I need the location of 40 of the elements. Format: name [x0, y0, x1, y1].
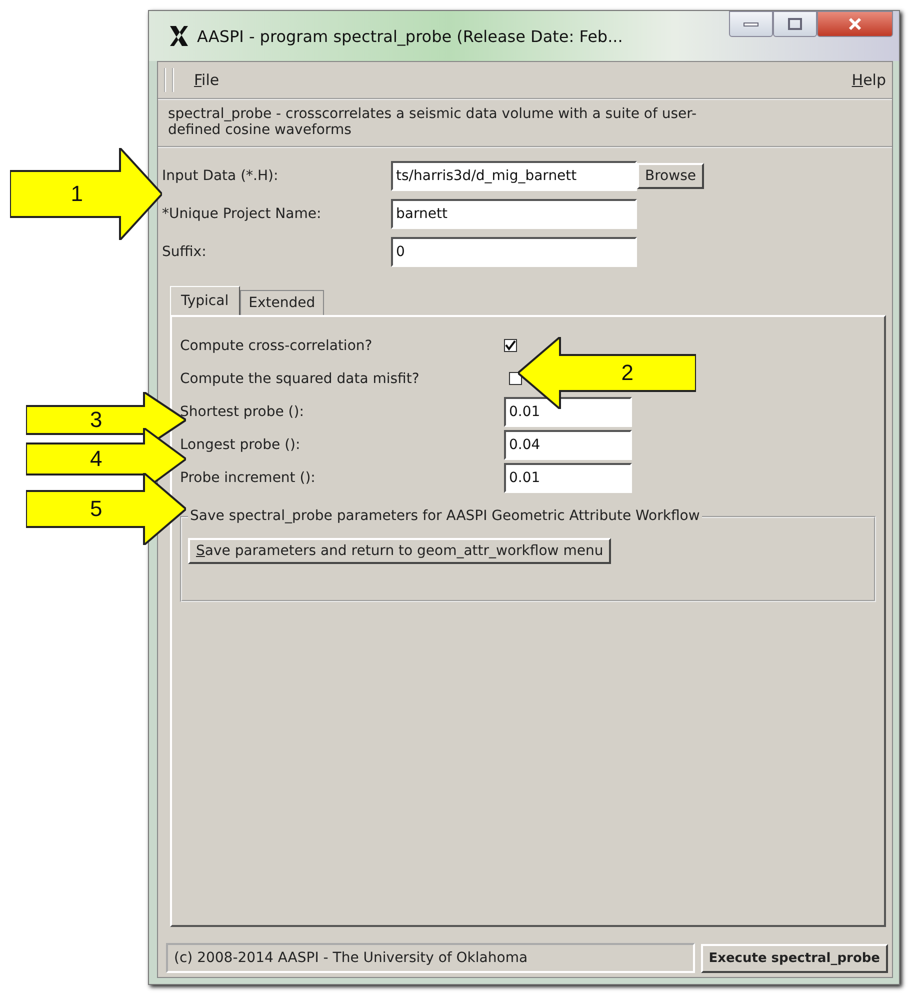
- close-icon: [847, 17, 863, 31]
- option-label: Compute cross-correlation?: [180, 338, 374, 354]
- callout-number: 3: [90, 406, 102, 434]
- text-field[interactable]: 0: [391, 237, 637, 267]
- x-logo-icon: [167, 24, 191, 48]
- text-field[interactable]: 0.04: [504, 430, 632, 460]
- status-text: (c) 2008-2014 AASPI - The University of Oklahoma: [166, 943, 695, 973]
- close-button[interactable]: [817, 11, 893, 37]
- option-label: Probe increment ():: [180, 470, 316, 486]
- field-label: Suffix:: [162, 244, 208, 260]
- group-title: Save spectral_probe parameters for AASPI Geometric Attribute Workflow: [188, 508, 702, 524]
- text-field[interactable]: 0.01: [504, 462, 632, 492]
- window-title: AASPI - program spectral_probe (Release Date: Feb...: [197, 26, 623, 46]
- execute-button[interactable]: Execute spectral_probe: [700, 944, 888, 972]
- minimize-button[interactable]: [729, 11, 773, 37]
- field-label: *Unique Project Name:: [162, 206, 322, 222]
- option-label: Shortest probe ():: [180, 404, 305, 420]
- toolbar-grip[interactable]: [164, 68, 174, 92]
- browse-button[interactable]: Browse: [637, 163, 704, 189]
- minimize-icon: [743, 20, 759, 28]
- callout-number: 1: [70, 180, 84, 208]
- option-label: Compute the squared data misfit?: [180, 370, 420, 386]
- callout-number: 2: [621, 359, 634, 387]
- callout-number: 5: [90, 495, 102, 523]
- maximize-button[interactable]: [773, 11, 817, 37]
- maximize-icon: [787, 17, 803, 31]
- callout-number: 4: [90, 445, 102, 473]
- tab[interactable]: Typical: [170, 286, 240, 315]
- menu-item[interactable]: File: [194, 71, 220, 89]
- option-label: Longest probe ():: [180, 436, 302, 452]
- description-text: spectral_probe - crosscorrelates a seismic data volume with a suite of user-defined cosine waveforms: [168, 106, 698, 138]
- checkbox[interactable]: [504, 339, 517, 352]
- text-field[interactable]: 0.01: [504, 396, 632, 426]
- tab[interactable]: Extended: [240, 290, 324, 315]
- text-field[interactable]: ts/harris3d/d_mig_barnett: [391, 161, 637, 191]
- checkbox[interactable]: [509, 372, 522, 385]
- text-field[interactable]: barnett: [391, 199, 637, 229]
- menu-item[interactable]: Help: [852, 71, 886, 89]
- field-label: Input Data (*.H):: [162, 168, 280, 184]
- save-button[interactable]: Save parameters and return to geom_attr_workflow menu: [188, 538, 612, 564]
